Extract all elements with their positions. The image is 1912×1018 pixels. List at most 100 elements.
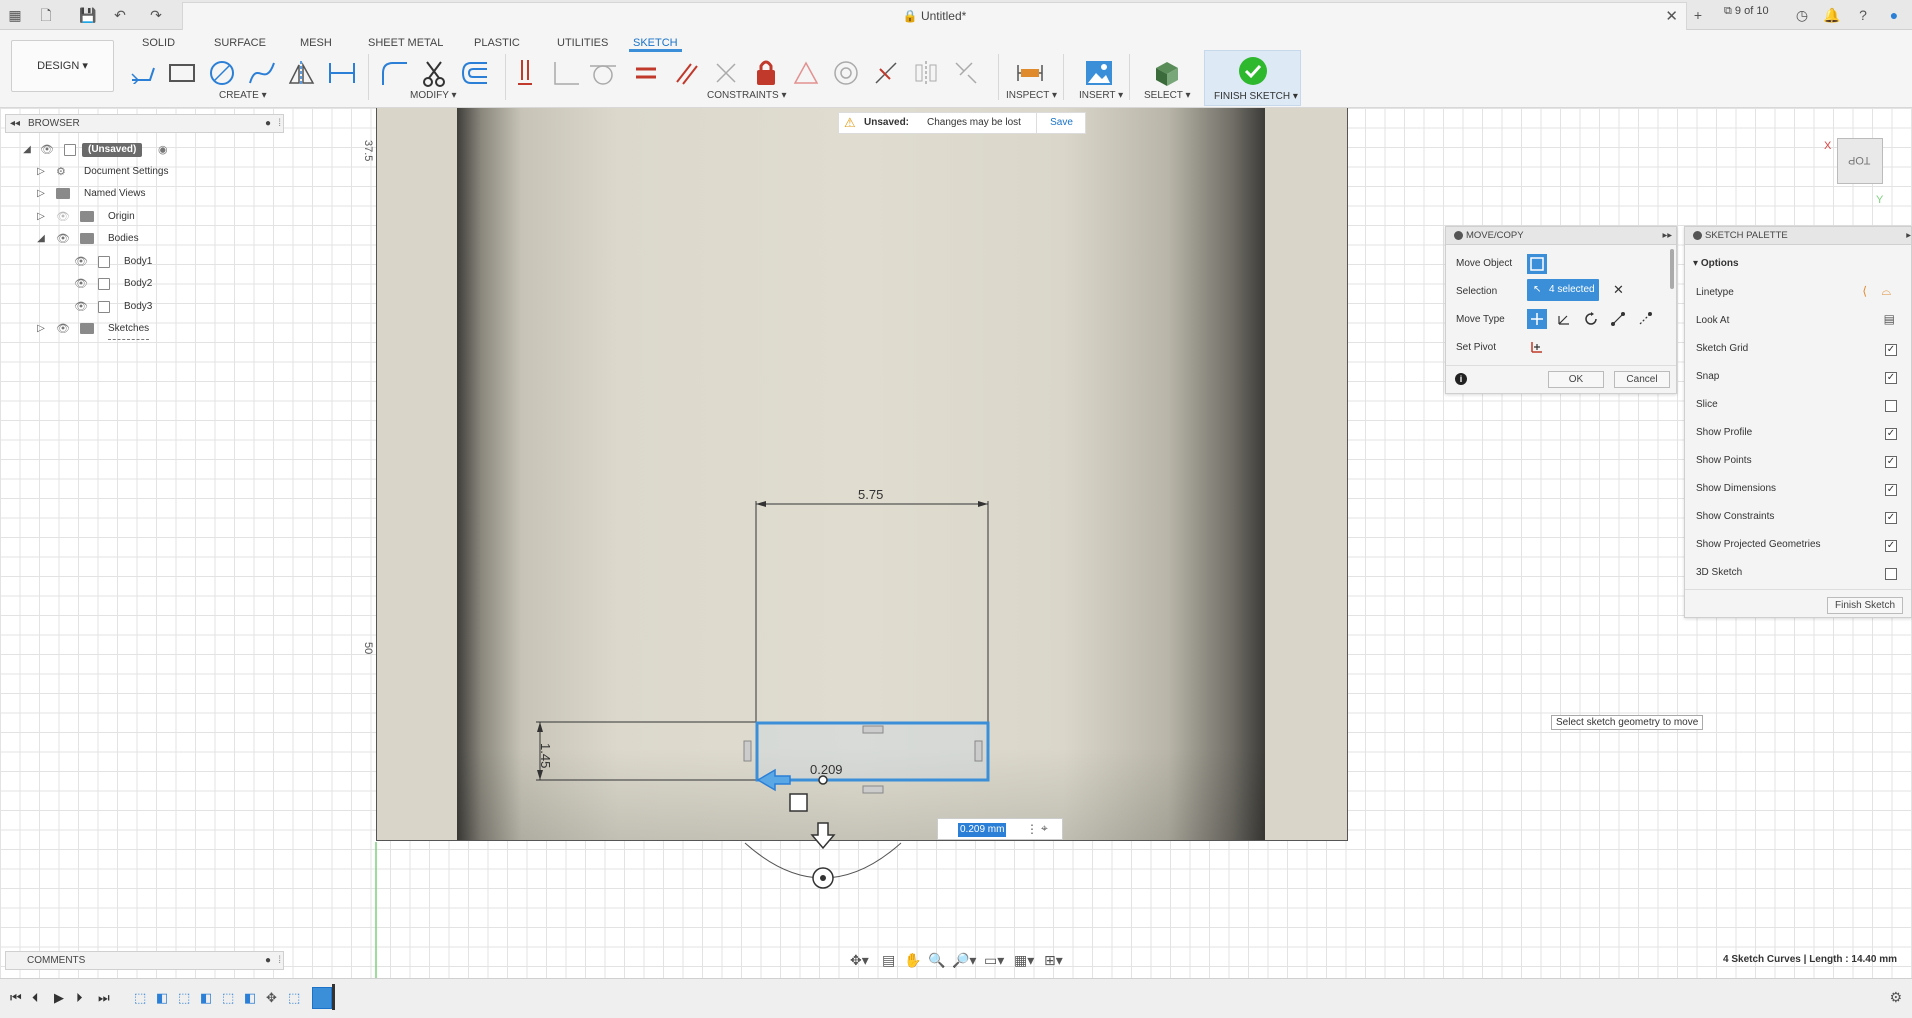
line-tool-icon[interactable]	[126, 56, 160, 90]
tab-solid[interactable]: SOLID	[138, 34, 179, 52]
more-options-icon[interactable]: ⋮	[1026, 822, 1038, 836]
inspect-menu[interactable]: INSPECT ▾	[1006, 90, 1057, 101]
expand-icon[interactable]: ▷	[34, 184, 48, 204]
finish-sketch-button[interactable]: FINISH SKETCH ▾	[1204, 50, 1301, 106]
palette-option-checkbox[interactable]: ✓	[1885, 512, 1897, 524]
dimension-tool-icon[interactable]	[325, 56, 359, 90]
trim-tool-icon[interactable]	[417, 56, 451, 90]
tree-item-document-settings[interactable]: ▷ ⚙ Document Settings	[34, 162, 234, 182]
equal-constraint-icon[interactable]	[629, 56, 663, 90]
dimension-width-label[interactable]: 5.75	[858, 487, 883, 502]
extrude-feature-icon[interactable]: ◧	[200, 990, 212, 1006]
undo-icon[interactable]: ↶	[110, 5, 130, 25]
play-icon[interactable]: ▶	[54, 990, 64, 1006]
eye-icon[interactable]: 👁	[56, 229, 70, 249]
move-copy-title-bar[interactable]: MOVE/COPY ▸▸	[1446, 227, 1676, 245]
tree-item-origin[interactable]: ▷ 👁 Origin	[34, 207, 234, 227]
info-icon[interactable]: i	[1455, 373, 1467, 385]
grid-settings-icon[interactable]: ▦▾	[1014, 952, 1034, 969]
look-at-nav-icon[interactable]: ▤	[882, 952, 895, 969]
go-to-end-icon[interactable]: ⏭	[98, 990, 110, 1006]
sketch-feature-icon[interactable]: ⬚	[288, 990, 300, 1006]
tab-mesh[interactable]: MESH	[296, 34, 336, 52]
clear-selection-icon[interactable]: ✕	[1613, 282, 1624, 298]
triangle-constraint-icon[interactable]	[789, 56, 823, 90]
perpendicular-lines-icon[interactable]	[709, 56, 743, 90]
fillet-tool-icon[interactable]	[377, 56, 411, 90]
concentric-constraint-icon[interactable]	[829, 56, 863, 90]
centerline-linetype-icon[interactable]: ⌓	[1882, 284, 1892, 299]
document-tab[interactable]: 🔒 Untitled* ✕	[182, 2, 1687, 30]
palette-option-checkbox[interactable]: ✓	[1885, 484, 1897, 496]
perpendicular-constraint-icon[interactable]	[549, 56, 583, 90]
viewports-icon[interactable]: ⊞▾	[1044, 952, 1063, 969]
collapse-icon[interactable]: ◢	[20, 140, 34, 160]
constraints-menu[interactable]: CONSTRAINTS ▾	[707, 90, 786, 101]
browser-header[interactable]: ◂◂ BROWSER ● ⁞	[5, 114, 284, 133]
palette-option-checkbox[interactable]: ✓	[1885, 372, 1897, 384]
redo-icon[interactable]: ↷	[146, 5, 166, 25]
display-settings-icon[interactable]: ▭▾	[984, 952, 1004, 969]
pan-icon[interactable]: ✋	[904, 952, 921, 969]
symmetry-constraint-icon[interactable]	[909, 56, 943, 90]
eye-icon[interactable]: 👁	[74, 297, 88, 317]
palette-option-checkbox[interactable]: ✓	[1885, 428, 1897, 440]
sketch-feature-icon[interactable]: ⬚	[178, 990, 190, 1006]
collinear-constraint-icon[interactable]	[949, 56, 983, 90]
job-status[interactable]: ⧉ 9 of 10	[1724, 5, 1769, 18]
expand-dialog-icon[interactable]: ▸▸	[1662, 227, 1672, 244]
tree-item-body1[interactable]: 👁 Body1	[74, 252, 234, 272]
tree-item-body2[interactable]: 👁 Body2	[74, 274, 234, 294]
extrude-feature-icon[interactable]: ◧	[156, 990, 168, 1006]
point-to-point-icon[interactable]	[1608, 309, 1628, 329]
clock-icon[interactable]: ◷	[1792, 5, 1812, 25]
coincident-constraint-icon[interactable]	[509, 56, 543, 90]
extrude-feature-icon[interactable]: ◧	[244, 990, 256, 1006]
expand-palette-icon[interactable]: ▸	[1906, 227, 1911, 244]
parallel-constraint-icon[interactable]	[669, 56, 703, 90]
tree-item-named-views[interactable]: ▷ Named Views	[34, 184, 234, 204]
eye-icon[interactable]: 👁	[74, 252, 88, 272]
browser-resize-icon[interactable]: ⁞	[278, 115, 281, 132]
construction-linetype-icon[interactable]: ⟨	[1862, 284, 1867, 298]
comments-pin-icon[interactable]: ●	[265, 952, 271, 969]
tree-item-sketches[interactable]: ▷ 👁 Sketches	[34, 319, 234, 340]
cancel-button[interactable]: Cancel	[1614, 371, 1670, 388]
palette-option-checkbox[interactable]: ✓	[1885, 540, 1897, 552]
create-menu[interactable]: CREATE ▾	[219, 90, 267, 101]
tree-item-body3[interactable]: 👁 Body3	[74, 297, 234, 317]
move-value-input[interactable]: 0.209 mm	[958, 823, 1007, 837]
help-icon[interactable]: ?	[1853, 5, 1873, 25]
move-object-icon[interactable]	[1527, 254, 1547, 274]
go-to-start-icon[interactable]: ⏮	[10, 990, 22, 1006]
orbit-icon[interactable]: ✥▾	[850, 952, 869, 969]
options-section[interactable]: ▾ Options	[1693, 258, 1739, 269]
design-workspace-button[interactable]: DESIGN ▾	[11, 40, 114, 92]
timeline-settings-icon[interactable]: ⚙	[1889, 989, 1902, 1006]
save-link[interactable]: Save	[1036, 113, 1086, 133]
look-at-icon[interactable]: ▤	[1884, 312, 1895, 326]
tab-plastic[interactable]: PLASTIC	[470, 34, 524, 52]
bell-icon[interactable]: 🔔	[1822, 5, 1842, 25]
radio-active-icon[interactable]: ◉	[158, 140, 168, 160]
eye-icon[interactable]: 👁	[40, 140, 54, 160]
midpoint-constraint-icon[interactable]	[869, 56, 903, 90]
viewcube[interactable]: TOP	[1837, 138, 1883, 184]
select-menu[interactable]: SELECT ▾	[1144, 90, 1191, 101]
select-tool-icon[interactable]	[1150, 56, 1184, 90]
fix-constraint-icon[interactable]	[749, 56, 783, 90]
measure-tool-icon[interactable]	[1013, 56, 1047, 90]
offset-tool-icon[interactable]	[457, 56, 491, 90]
eye-icon[interactable]: 👁	[74, 274, 88, 294]
mirror-tool-icon[interactable]	[285, 56, 319, 90]
browser-pin-icon[interactable]: ●	[265, 115, 271, 132]
sketch-feature-icon[interactable]: ⬚	[134, 990, 146, 1006]
insert-menu[interactable]: INSERT ▾	[1079, 90, 1123, 101]
tree-item-bodies[interactable]: ◢ 👁 Bodies	[34, 229, 234, 249]
expand-icon[interactable]: ▷	[34, 162, 48, 182]
palette-option-checkbox[interactable]	[1885, 568, 1897, 580]
translate-icon[interactable]	[1554, 309, 1574, 329]
spline-tool-icon[interactable]	[245, 56, 279, 90]
rotate-icon[interactable]	[1581, 309, 1601, 329]
tree-item-root[interactable]: ◢ 👁 (Unsaved) ◉	[20, 140, 220, 160]
